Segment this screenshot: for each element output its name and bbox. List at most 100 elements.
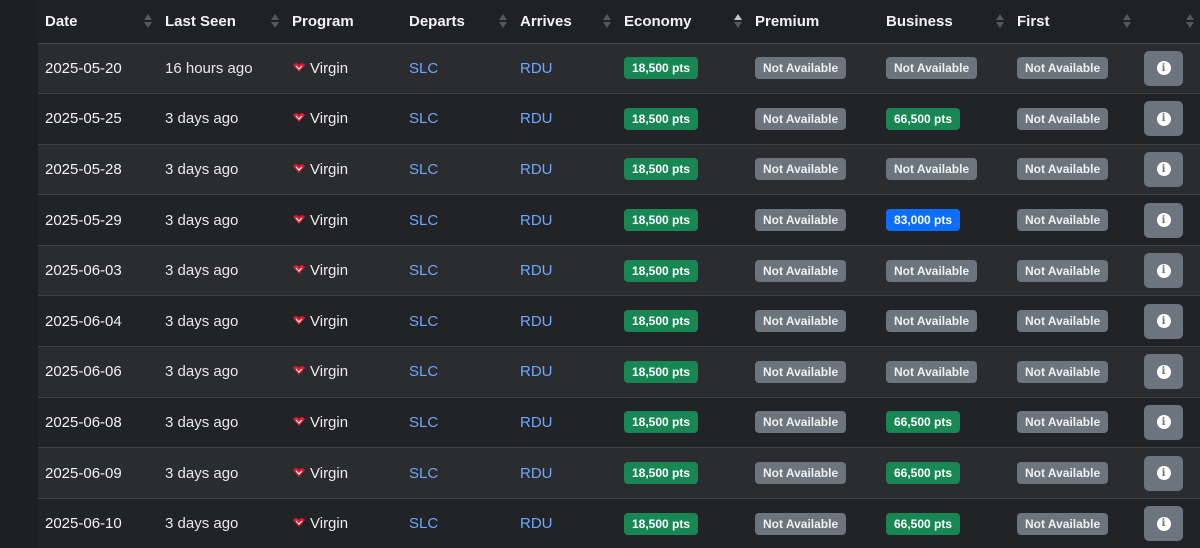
sort-arrows-icon[interactable]	[1123, 13, 1131, 29]
column-header-label: Economy	[624, 12, 692, 30]
column-header-business[interactable]: Business	[879, 0, 1010, 44]
sort-descending-icon	[144, 22, 152, 29]
first-cell: Not Available	[1010, 498, 1137, 548]
departs-text[interactable]: SLC	[409, 161, 438, 178]
business-cell: Not Available	[879, 346, 1010, 398]
details-button[interactable]: i	[1144, 455, 1183, 491]
virgin-logo-icon	[292, 363, 306, 380]
first-cell: Not Available	[1010, 346, 1137, 398]
last-seen-text: 3 days ago	[165, 515, 239, 533]
arrives-text[interactable]: RDU	[520, 414, 553, 431]
first-badge: Not Available	[1017, 57, 1109, 80]
column-header-arrives[interactable]: Arrives	[513, 0, 617, 44]
business-cell: Not Available	[879, 295, 1010, 348]
column-header-date[interactable]: Date	[38, 0, 158, 44]
departs-text[interactable]: SLC	[409, 262, 438, 279]
sort-ascending-icon	[734, 14, 742, 21]
actions-cell: i	[1137, 43, 1200, 95]
departs-text[interactable]: SLC	[409, 465, 438, 482]
departs-text[interactable]: SLC	[409, 212, 438, 229]
table-row: 2025-06-09 3 days ago Virgin SLC RDU 18,500 p…	[38, 447, 1200, 499]
results-table: Date Last Seen Program Departs Arrives Econom…	[38, 0, 1200, 548]
sort-arrows-icon[interactable]	[1186, 13, 1194, 29]
economy-cell: 18,500 pts	[617, 346, 748, 398]
premium-cell: Not Available	[748, 295, 879, 348]
departs-text[interactable]: SLC	[409, 110, 438, 127]
column-header-first[interactable]: First	[1010, 0, 1137, 44]
sort-arrows-icon[interactable]	[603, 13, 611, 29]
table-row: 2025-06-10 3 days ago Virgin SLC RDU 18,500 p…	[38, 498, 1200, 548]
details-button[interactable]: i	[1144, 202, 1183, 238]
first-cell: Not Available	[1010, 245, 1137, 297]
date-text: 2025-06-08	[45, 413, 122, 431]
actions-cell: i	[1137, 144, 1200, 196]
info-circle-icon: i	[1156, 364, 1171, 379]
program-label: Virgin	[310, 464, 349, 482]
arrives-text[interactable]: RDU	[520, 465, 553, 482]
table-row: 2025-05-20 16 hours ago Virgin SLC RDU 18,500…	[38, 43, 1200, 95]
details-button[interactable]: i	[1144, 506, 1183, 542]
sort-arrows-icon[interactable]	[996, 13, 1004, 29]
sort-arrows-icon[interactable]	[499, 13, 507, 29]
departs-text[interactable]: SLC	[409, 313, 438, 330]
business-badge: 83,000 pts	[886, 209, 961, 232]
premium-badge: Not Available	[755, 57, 847, 80]
table-row: 2025-06-08 3 days ago Virgin SLC RDU 18,500 p…	[38, 397, 1200, 449]
column-header-label: Last Seen	[165, 12, 236, 30]
arrives-text[interactable]: RDU	[520, 110, 553, 127]
sort-arrows-icon[interactable]	[271, 13, 279, 29]
actions-cell: i	[1137, 93, 1200, 145]
column-header-last-seen[interactable]: Last Seen	[158, 0, 285, 44]
details-button[interactable]: i	[1144, 50, 1183, 86]
sort-arrows-icon[interactable]	[144, 13, 152, 29]
details-button[interactable]: i	[1144, 151, 1183, 187]
program: Virgin	[292, 161, 348, 178]
departs-text[interactable]: SLC	[409, 515, 438, 532]
sort-arrows-icon[interactable]	[734, 13, 742, 29]
details-button[interactable]: i	[1144, 101, 1183, 137]
arrives-cell: RDU	[513, 194, 617, 246]
premium-badge: Not Available	[755, 310, 847, 333]
departs-text[interactable]: SLC	[409, 414, 438, 431]
arrives-text[interactable]: RDU	[520, 161, 553, 178]
economy-cell: 18,500 pts	[617, 295, 748, 348]
economy-cell: 18,500 pts	[617, 397, 748, 449]
column-header-departs[interactable]: Departs	[402, 0, 513, 44]
date-cell: 2025-06-09	[38, 447, 158, 499]
sort-descending-icon	[271, 22, 279, 29]
program-cell: Virgin	[285, 346, 402, 398]
details-button[interactable]: i	[1144, 404, 1183, 440]
column-header-actions[interactable]	[1137, 0, 1200, 44]
date-text: 2025-05-29	[45, 211, 122, 229]
details-button[interactable]: i	[1144, 253, 1183, 289]
economy-badge: 18,500 pts	[624, 512, 699, 535]
sort-ascending-icon	[1186, 14, 1194, 21]
program-label: Virgin	[310, 59, 349, 77]
arrives-text[interactable]: RDU	[520, 60, 553, 77]
arrives-cell: RDU	[513, 498, 617, 548]
details-button[interactable]: i	[1144, 303, 1183, 339]
arrives-text[interactable]: RDU	[520, 212, 553, 229]
last-seen-cell: 16 hours ago	[158, 43, 285, 95]
last-seen-cell: 3 days ago	[158, 346, 285, 398]
info-circle-icon: i	[1156, 516, 1171, 531]
last-seen-cell: 3 days ago	[158, 245, 285, 297]
arrives-text[interactable]: RDU	[520, 262, 553, 279]
date-cell: 2025-05-28	[38, 144, 158, 196]
column-header-label: Business	[886, 12, 953, 30]
virgin-logo-icon	[292, 262, 306, 279]
premium-badge: Not Available	[755, 411, 847, 434]
business-cell: 66,500 pts	[879, 447, 1010, 499]
last-seen-text: 3 days ago	[165, 110, 239, 128]
program-cell: Virgin	[285, 93, 402, 145]
arrives-text[interactable]: RDU	[520, 313, 553, 330]
program-cell: Virgin	[285, 43, 402, 95]
column-header-economy[interactable]: Economy	[617, 0, 748, 44]
departs-cell: SLC	[402, 93, 513, 145]
arrives-text[interactable]: RDU	[520, 515, 553, 532]
business-cell: 66,500 pts	[879, 397, 1010, 449]
arrives-text[interactable]: RDU	[520, 363, 553, 380]
details-button[interactable]: i	[1144, 354, 1183, 390]
departs-text[interactable]: SLC	[409, 60, 438, 77]
departs-text[interactable]: SLC	[409, 363, 438, 380]
